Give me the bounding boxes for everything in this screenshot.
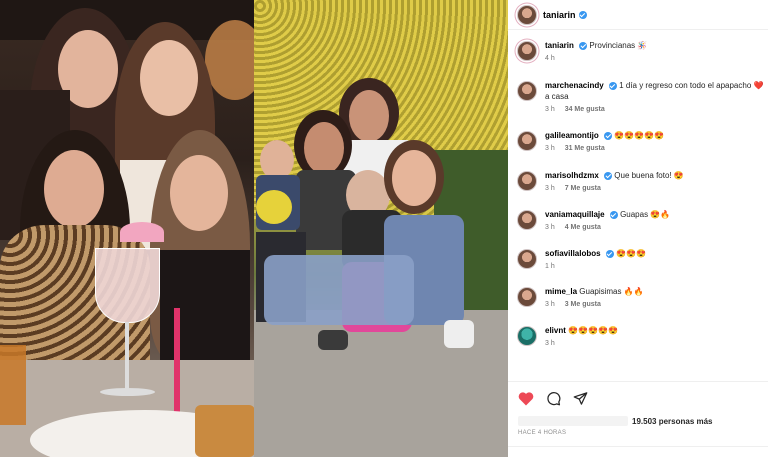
post-media[interactable] xyxy=(0,0,508,457)
heart-icon[interactable] xyxy=(518,391,534,406)
post-actions: 19.503 personas más Hace 4 horas xyxy=(508,381,768,457)
comment-time: 1 h xyxy=(545,263,555,270)
likes-count[interactable]: 19.503 personas más xyxy=(632,417,713,426)
author-avatar[interactable] xyxy=(517,4,537,25)
verified-badge-icon xyxy=(608,81,617,90)
photo-right xyxy=(254,0,508,457)
caption-text: Provincianas 🪅 xyxy=(589,41,648,50)
avatar[interactable] xyxy=(517,249,537,269)
avatar[interactable] xyxy=(517,131,537,151)
comment-text: Que buena foto! 😍 xyxy=(614,171,684,180)
photo-left xyxy=(0,0,254,457)
comment-likes[interactable]: 4 Me gusta xyxy=(565,224,601,231)
comment-username[interactable]: sofiavillalobos xyxy=(545,249,601,258)
caption: taniarin Provincianas 🪅 4 h xyxy=(517,40,767,62)
comment-likes[interactable]: 34 Me gusta xyxy=(565,106,605,113)
verified-badge-icon xyxy=(604,171,613,180)
comment-likes[interactable]: 7 Me gusta xyxy=(565,185,601,192)
comment-username[interactable]: galileamontijo xyxy=(545,131,599,140)
comment-time: 3 h xyxy=(545,145,555,152)
comment-username[interactable]: vaniamaquillaje xyxy=(545,210,605,219)
likes-summary[interactable]: 19.503 personas más xyxy=(518,416,713,426)
comment-item: vaniamaquillaje Guapas 😍🔥 3 h 4 Me gusta xyxy=(517,209,767,231)
comment-icon[interactable] xyxy=(546,391,561,406)
comment-likes[interactable]: 31 Me gusta xyxy=(565,145,605,152)
share-icon[interactable] xyxy=(573,391,588,406)
comment-text: 😍😍😍😍😍 xyxy=(568,326,618,335)
verified-badge-icon xyxy=(605,249,614,258)
post-side-panel: taniarin taniarin Provincianas 🪅 4 h mar… xyxy=(508,0,768,457)
comment-item: galileamontijo 😍😍😍😍😍 3 h 31 Me gusta xyxy=(517,130,767,152)
comment-username[interactable]: marchenacindy xyxy=(545,81,604,90)
comment-text: Guapisimas 🔥🔥 xyxy=(579,287,644,296)
comment-likes[interactable]: 3 Me gusta xyxy=(565,301,601,308)
add-comment-area[interactable] xyxy=(508,446,768,457)
comment-item: sofiavillalobos 😍😍😍 1 h xyxy=(517,248,767,270)
comment-time: 3 h xyxy=(545,185,555,192)
comment-text: 😍😍😍😍😍 xyxy=(614,131,665,140)
comment-item: marchenacindy 1 día y regreso con todo e… xyxy=(517,80,767,113)
verified-badge-icon xyxy=(578,10,587,19)
comment-time: 3 h xyxy=(545,340,555,347)
comment-username[interactable]: mime_la xyxy=(545,287,577,296)
avatar[interactable] xyxy=(517,171,537,191)
comment-time: 3 h xyxy=(545,224,555,231)
comment-username[interactable]: elivnt xyxy=(545,326,566,335)
avatar[interactable] xyxy=(517,41,537,61)
avatar[interactable] xyxy=(517,81,537,101)
comment-text: 😍😍😍 xyxy=(616,249,646,258)
comment-time: 4 h xyxy=(545,55,555,62)
verified-badge-icon xyxy=(579,41,588,50)
comment-item: marisolhdzmx Que buena foto! 😍 3 h 7 Me … xyxy=(517,170,767,192)
author-username[interactable]: taniarin xyxy=(543,10,576,20)
comment-item: mime_la Guapisimas 🔥🔥 3 h 3 Me gusta xyxy=(517,286,767,308)
comment-item: elivnt 😍😍😍😍😍 3 h xyxy=(517,325,767,347)
comment-username[interactable]: taniarin xyxy=(545,41,574,50)
avatar[interactable] xyxy=(517,287,537,307)
comment-text: Guapas 😍🔥 xyxy=(620,210,671,219)
verified-badge-icon xyxy=(609,210,618,219)
comment-username[interactable]: marisolhdzmx xyxy=(545,171,599,180)
post-header: taniarin xyxy=(508,0,768,30)
avatar[interactable] xyxy=(517,210,537,230)
avatar[interactable] xyxy=(517,326,537,346)
post-time: Hace 4 horas xyxy=(518,430,567,436)
likes-blurred-region xyxy=(518,416,628,426)
comment-time: 3 h xyxy=(545,106,555,113)
verified-badge-icon xyxy=(604,131,613,140)
comment-time: 3 h xyxy=(545,301,555,308)
